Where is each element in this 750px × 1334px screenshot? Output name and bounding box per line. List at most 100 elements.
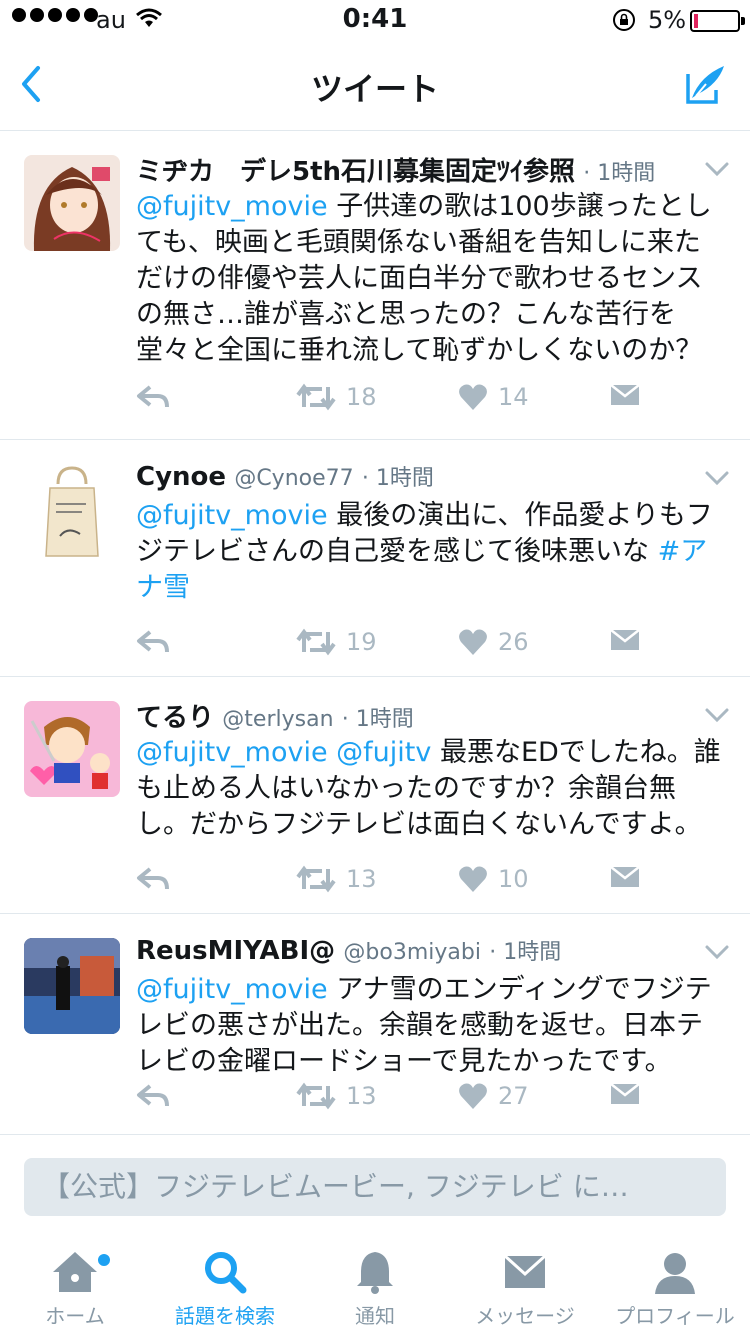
direct-message-button[interactable]: [610, 1082, 640, 1106]
tweet-time: 1時間: [375, 466, 434, 491]
like-button[interactable]: 27: [458, 1082, 529, 1110]
navigation-bar: ツイート: [0, 40, 750, 131]
envelope-icon: [503, 1254, 547, 1288]
tweet-actions: 18 14: [136, 383, 736, 423]
retweet-button[interactable]: 19: [296, 628, 377, 656]
tweet-header: ReusMIYABI@ @bo3miyabi · 1時間: [136, 936, 562, 966]
tweet-text: @fujitv_movie 最後の演出に、作品愛よりもフジテレビさんの自己愛を感…: [136, 500, 713, 603]
tweet-text: @fujitv_movie 子供達の歌は100歩譲ったとしても、映画と毛頭関係な…: [136, 191, 712, 366]
chevron-down-icon[interactable]: [704, 161, 730, 177]
tab-bar: ホーム 話題を検索 通知 メッセージ プロフィール: [0, 1234, 750, 1334]
status-bar: au 0:41 5%: [0, 0, 750, 40]
envelope-icon: [610, 629, 640, 650]
rotation-lock-icon: [613, 9, 635, 31]
reply-icon: [137, 1084, 169, 1107]
battery-icon: [690, 10, 745, 32]
like-count: 27: [498, 1082, 529, 1110]
retweet-button[interactable]: 13: [296, 1082, 377, 1110]
search-icon: [205, 1252, 247, 1294]
avatar[interactable]: [24, 701, 120, 797]
direct-message-button[interactable]: [610, 383, 640, 407]
chevron-down-icon[interactable]: [704, 944, 730, 960]
retweet-count: 13: [346, 865, 377, 893]
user-handle[interactable]: @Cynoe77: [234, 466, 353, 491]
tweet[interactable]: Cynoe @Cynoe77 · 1時間 @fujitv_movie 最後の演出…: [0, 440, 750, 677]
tweet-actions: 13 10: [136, 865, 736, 905]
retweet-count: 18: [346, 383, 377, 411]
tweet-time: 1時間: [503, 940, 562, 965]
heart-icon: [459, 629, 487, 655]
tweet[interactable]: ミヂカ デレ5th石川募集固定ﾂｲ参照 · 1時間 @fujitv_movie …: [0, 131, 750, 440]
reply-button[interactable]: [136, 383, 170, 411]
user-handle[interactable]: @terlysan: [222, 707, 333, 732]
bell-icon: [357, 1252, 393, 1294]
tweet-text: @fujitv_movie アナ雪のエンディングでフジテレビの悪さが出た。余韻を…: [136, 974, 712, 1077]
tweet-list: ミヂカ デレ5th石川募集固定ﾂｲ参照 · 1時間 @fujitv_movie …: [0, 131, 750, 1135]
chevron-down-icon[interactable]: [704, 470, 730, 486]
reply-icon: [137, 867, 169, 890]
mention-link[interactable]: @fujitv_movie: [136, 191, 328, 222]
user-name[interactable]: てるり: [136, 703, 214, 733]
tab-label: プロフィール: [615, 1304, 735, 1328]
tab-label: メッセージ: [475, 1304, 575, 1328]
reply-icon: [137, 630, 169, 653]
search-input[interactable]: 【公式】フジテレビムービー, フジテレビ に…: [24, 1158, 726, 1216]
tab-notifications[interactable]: 通知: [300, 1234, 450, 1334]
mention-link[interactable]: @fujitv_movie: [136, 500, 328, 531]
avatar[interactable]: [24, 938, 120, 1034]
tab-label: ホーム: [45, 1304, 105, 1328]
retweet-count: 13: [346, 1082, 377, 1110]
tweet-actions: 13 27: [136, 1082, 736, 1122]
tweet[interactable]: ReusMIYABI@ @bo3miyabi · 1時間 @fujitv_mov…: [0, 914, 750, 1135]
notification-dot: [96, 1252, 112, 1268]
heart-icon: [459, 1083, 487, 1109]
user-name[interactable]: ミヂカ デレ5th石川募集固定ﾂｲ参照: [136, 157, 575, 187]
retweet-count: 19: [346, 628, 377, 656]
avatar[interactable]: [24, 155, 120, 251]
reply-icon: [137, 385, 169, 408]
tweet[interactable]: てるり @terlysan · 1時間 @fujitv_movie @fujit…: [0, 677, 750, 914]
mention-link[interactable]: @fujitv_movie: [136, 974, 328, 1005]
avatar[interactable]: [24, 464, 120, 560]
battery-percent: 5%: [648, 6, 687, 34]
reply-button[interactable]: [136, 628, 170, 656]
page-title: ツイート: [310, 70, 439, 108]
direct-message-button[interactable]: [610, 628, 640, 652]
heart-icon: [459, 866, 487, 892]
mention-link[interactable]: @fujitv_movie @fujitv: [136, 737, 431, 768]
tweet-time: 1時間: [355, 707, 414, 732]
clock: 0:41: [342, 4, 408, 34]
reply-button[interactable]: [136, 865, 170, 893]
direct-message-button[interactable]: [610, 865, 640, 889]
tweet-header: Cynoe @Cynoe77 · 1時間: [136, 462, 434, 492]
like-count: 14: [498, 383, 529, 411]
like-count: 10: [498, 865, 529, 893]
retweet-icon: [296, 1082, 336, 1110]
tweet-time: 1時間: [597, 161, 656, 186]
retweet-button[interactable]: 18: [296, 383, 377, 411]
retweet-icon: [296, 628, 336, 656]
reply-button[interactable]: [136, 1082, 170, 1110]
compose-icon[interactable]: [682, 60, 730, 108]
tweet-header: ミヂカ デレ5th石川募集固定ﾂｲ参照 · 1時間: [136, 157, 656, 187]
home-icon: [53, 1252, 97, 1292]
tab-label: 通知: [355, 1304, 395, 1328]
user-handle[interactable]: @bo3miyabi: [343, 940, 481, 965]
user-name[interactable]: Cynoe: [136, 462, 226, 492]
tweet-text: @fujitv_movie @fujitv 最悪なEDでしたね。誰も止める人はい…: [136, 737, 721, 840]
envelope-icon: [610, 1083, 640, 1104]
like-button[interactable]: 26: [458, 628, 529, 656]
retweet-button[interactable]: 13: [296, 865, 377, 893]
like-button[interactable]: 10: [458, 865, 529, 893]
tab-home[interactable]: ホーム: [0, 1234, 150, 1334]
user-name[interactable]: ReusMIYABI@: [136, 936, 335, 966]
tab-profile[interactable]: プロフィール: [600, 1234, 750, 1334]
tab-messages[interactable]: メッセージ: [450, 1234, 600, 1334]
tab-search[interactable]: 話題を検索: [150, 1234, 300, 1334]
person-icon: [655, 1253, 695, 1294]
like-button[interactable]: 14: [458, 383, 529, 411]
chevron-down-icon[interactable]: [704, 707, 730, 723]
tab-label: 話題を検索: [175, 1304, 275, 1328]
retweet-icon: [296, 865, 336, 893]
retweet-icon: [296, 383, 336, 411]
